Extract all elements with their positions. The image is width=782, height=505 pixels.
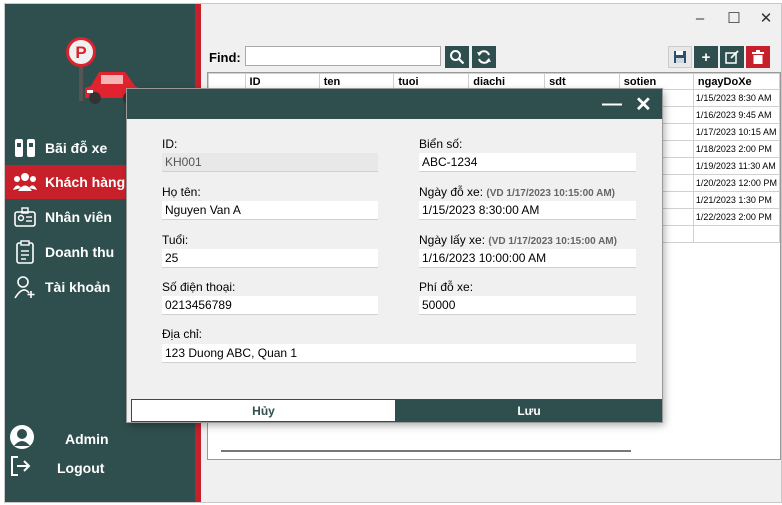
- sidebar-item-label: Nhân viên: [45, 209, 112, 225]
- table-cell: 1/22/2023 2:00 PM: [692, 208, 780, 226]
- column-header[interactable]: diachi: [468, 73, 546, 90]
- sidebar-item-label: Tài khoản: [45, 279, 111, 295]
- avatar-icon: [9, 424, 39, 453]
- add-button[interactable]: +: [694, 46, 718, 68]
- sidebar-item-staff[interactable]: Nhân viên: [5, 200, 129, 234]
- table-cell: 1/18/2023 2:00 PM: [692, 140, 780, 158]
- search-button[interactable]: [445, 46, 469, 68]
- age-label: Tuổi:: [162, 233, 189, 247]
- staff-icon: [5, 206, 45, 228]
- sidebar-item-customers[interactable]: Khách hàng: [5, 165, 129, 199]
- id-field: KH001: [162, 153, 378, 172]
- minimize-button[interactable]: –: [685, 8, 715, 30]
- dialog-close-button[interactable]: ✕: [635, 92, 652, 117]
- horizontal-scrollbar[interactable]: [221, 450, 631, 452]
- table-cell: 1/20/2023 12:00 PM: [692, 174, 780, 192]
- save-button[interactable]: Lưu: [396, 399, 662, 422]
- table-cell: 1/16/2023 9:45 AM: [692, 106, 780, 124]
- address-field[interactable]: 123 Duong ABC, Quan 1: [162, 344, 636, 363]
- park-date-field[interactable]: 1/15/2023 8:30:00 AM: [419, 201, 636, 220]
- app-window: P Bãi đỗ xe Khách hàng Nhân viên Doanh t…: [4, 3, 782, 503]
- column-header[interactable]: ten: [318, 73, 395, 90]
- sidebar-item-account[interactable]: Tài khoản: [5, 270, 129, 304]
- name-field[interactable]: Nguyen Van A: [162, 201, 378, 220]
- svg-text:P: P: [75, 43, 86, 62]
- column-header[interactable]: tuoi: [393, 73, 470, 90]
- title-bar: – ☐ ✕: [201, 4, 781, 34]
- pickup-date-field[interactable]: 1/16/2023 10:00:00 AM: [419, 249, 636, 268]
- logout-button[interactable]: Logout: [9, 455, 104, 480]
- parking-lot-icon: [5, 137, 45, 159]
- dialog-minimize-button[interactable]: —: [602, 93, 622, 116]
- sidebar-item-label: Khách hàng: [45, 174, 126, 190]
- pickup-date-label-text: Ngày lấy xe:: [419, 233, 486, 247]
- table-cell: 1/15/2023 8:30 AM: [692, 89, 780, 107]
- table-cell: 1/17/2023 10:15 AM: [692, 123, 780, 141]
- column-header[interactable]: sotien: [618, 73, 694, 90]
- refresh-button[interactable]: [472, 46, 496, 68]
- edit-icon: [725, 50, 739, 64]
- table-header-row: ID ten tuoi diachi sdt sotien ngayDoXe: [208, 73, 780, 90]
- maximize-button[interactable]: ☐: [719, 8, 749, 30]
- fee-field[interactable]: 50000: [419, 296, 636, 315]
- search-input[interactable]: [245, 46, 441, 66]
- name-label: Họ tên:: [162, 185, 201, 199]
- pickup-date-hint: (VD 1/17/2023 10:15:00 AM): [488, 236, 617, 247]
- address-label: Địa chỉ:: [162, 327, 203, 341]
- logout-label: Logout: [57, 459, 105, 476]
- phone-field[interactable]: 0213456789: [162, 296, 378, 315]
- edit-button[interactable]: [720, 46, 744, 68]
- admin-label: Admin: [65, 430, 109, 447]
- customer-edit-dialog: — ✕ ID: KH001 Họ tên: Nguyen Van A Tuổi:…: [127, 89, 662, 422]
- revenue-icon: [5, 240, 45, 264]
- find-label: Find:: [209, 50, 241, 65]
- plate-label: Biển số:: [419, 137, 463, 151]
- plus-icon: +: [701, 48, 711, 66]
- sidebar-item-revenue[interactable]: Doanh thu: [5, 235, 129, 269]
- column-header[interactable]: ngayDoXe: [692, 73, 780, 90]
- id-label: ID:: [162, 137, 178, 151]
- logout-icon: [9, 455, 39, 480]
- park-date-label: Ngày đỗ xe: (VD 1/17/2023 10:15:00 AM): [419, 185, 615, 199]
- add-account-icon: [5, 275, 45, 299]
- sidebar-item-label: Bãi đỗ xe: [45, 140, 108, 156]
- search-icon: [450, 50, 465, 65]
- phone-label: Số điện thoại:: [162, 280, 236, 294]
- park-date-label-text: Ngày đỗ xe:: [419, 185, 484, 199]
- column-header[interactable]: ID: [244, 73, 320, 90]
- table-cell: 1/19/2023 11:30 AM: [692, 157, 780, 175]
- column-header[interactable]: [208, 73, 246, 90]
- park-date-hint: (VD 1/17/2023 10:15:00 AM): [486, 188, 615, 199]
- fee-label: Phí đỗ xe:: [419, 280, 474, 294]
- admin-profile[interactable]: Admin: [9, 424, 109, 453]
- column-header[interactable]: sdt: [544, 73, 620, 90]
- table-cell: 1/21/2023 1:30 PM: [692, 191, 780, 209]
- sidebar-item-label: Doanh thu: [45, 244, 115, 260]
- refresh-icon: [477, 50, 491, 64]
- dialog-title-bar: — ✕: [127, 89, 662, 119]
- cancel-button[interactable]: Hủy: [131, 399, 396, 422]
- age-field[interactable]: 25: [162, 249, 378, 268]
- pickup-date-label: Ngày lấy xe: (VD 1/17/2023 10:15:00 AM): [419, 233, 617, 247]
- floppy-disk-icon: [674, 51, 686, 63]
- sidebar-item-parking[interactable]: Bãi đỗ xe: [5, 131, 129, 165]
- plate-field[interactable]: ABC-1234: [419, 153, 636, 172]
- save-record-button[interactable]: [668, 46, 692, 68]
- users-icon: [5, 172, 45, 192]
- delete-button[interactable]: [746, 46, 770, 68]
- close-button[interactable]: ✕: [751, 8, 781, 30]
- trash-icon: [752, 50, 764, 64]
